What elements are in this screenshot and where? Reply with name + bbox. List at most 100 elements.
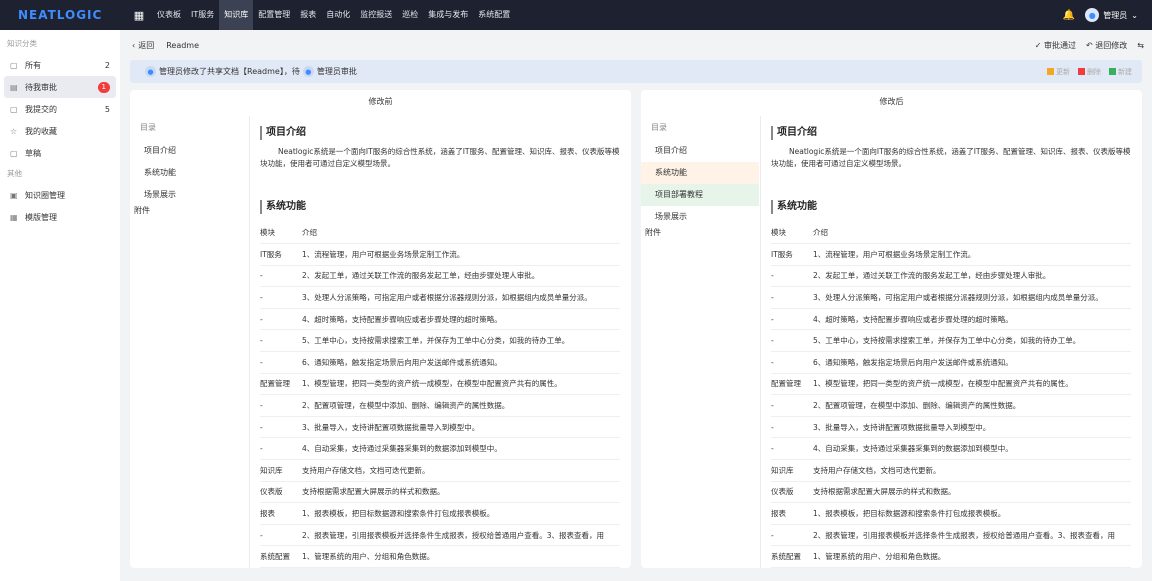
table-row: IT服务 1、流程管理，用户可根据业务场景定制工作流。 xyxy=(771,243,1131,266)
description-cell: 3、批量导入，支持讲配置项数据批量导入到模型中。 xyxy=(302,416,620,439)
sidebar-item-submitted[interactable]: ▢ 我提交的 5 xyxy=(4,98,116,120)
table-row: -4、超时策略，支持配置步骤响应或者步骤处理的超时策略。 xyxy=(260,308,620,331)
table-row: -2、发起工单，通过关联工作流的服务发起工单，经由步骤处理人审批。 xyxy=(260,265,620,288)
nav-itservice[interactable]: IT服务 xyxy=(186,0,219,30)
table-row: 报表 1、报表模板，把目标数据源和搜索条件打包成报表模板。 xyxy=(771,502,1131,525)
approve-button[interactable]: ✓ 审批通过 xyxy=(1035,40,1076,51)
approval-notice: ● 管理员修改了共享文档【Readme】，待 ● 管理员审批 更新 删除 新建 xyxy=(130,60,1142,83)
page-title: Readme xyxy=(166,40,200,50)
notice-text-2: 管理员审批 xyxy=(316,67,357,76)
circle-manage-icon: ▣ xyxy=(10,190,18,200)
toc-attachment[interactable]: 附件 xyxy=(130,206,248,216)
nav-automation[interactable]: 自动化 xyxy=(321,0,355,30)
app-logo[interactable]: NEATLOGIC xyxy=(0,8,130,22)
description-cell: 1、模型管理，把同一类型的资产统一成模型，在模型中配置资产共有的属性。 xyxy=(813,373,1131,396)
sidebar-item-count: 2 xyxy=(104,60,110,70)
toc-item-updated[interactable]: 系统功能 xyxy=(641,162,759,184)
nav-cmdb[interactable]: 配置管理 xyxy=(253,0,295,30)
back-button[interactable]: ‹ 返回 xyxy=(120,40,154,51)
sidebar-item-label: 所有 xyxy=(25,60,41,70)
sidebar-item-label: 待我审批 xyxy=(25,82,57,92)
reject-button[interactable]: ↶ 退回修改 xyxy=(1086,40,1127,51)
main-nav: 仪表板 IT服务 知识库 配置管理 报表 自动化 监控报送 巡检 集成与发布 系… xyxy=(152,0,515,30)
layout-toggle-icon[interactable]: ⇆ xyxy=(1137,41,1144,50)
nav-report[interactable]: 报表 xyxy=(295,0,321,30)
intro-paragraph: Neatlogic系统是一个面向IT服务的综合性系统，涵盖了IT服务、配置管理、… xyxy=(260,147,620,168)
sidebar-item-label: 知识圈管理 xyxy=(25,190,65,200)
template-icon: ▦ xyxy=(10,212,18,222)
topbar-right: 🔔 ● 管理员 ⌄ xyxy=(1063,0,1138,30)
toc-item-added[interactable]: 项目部署教程 xyxy=(641,184,759,206)
legend-delete: 删除 xyxy=(1078,67,1101,77)
toc-item[interactable]: 系统功能 xyxy=(130,162,248,184)
sidebar-item-label: 草稿 xyxy=(25,148,41,158)
table-row: -4、超时策略，支持配置步骤响应或者步骤处理的超时策略。 xyxy=(771,308,1131,331)
description-cell: 1、流程管理，用户可根据业务场景定制工作流。 xyxy=(813,243,1131,266)
update-swatch xyxy=(1047,67,1054,75)
sidebar-item-favorites[interactable]: ☆ 我的收藏 xyxy=(4,120,116,142)
table-row: 配置管理 1、模型管理，把同一类型的资产统一成模型，在模型中配置资产共有的属性。 xyxy=(260,373,620,396)
description-cell: 4、自动采集，支持通过采集器采集到的数据添加到模型中。 xyxy=(302,437,620,461)
undo-icon: ↶ xyxy=(1086,40,1096,50)
description-cell: 1、管理系统的用户、分组和角色数据。 xyxy=(302,545,620,568)
main-area: ‹ 返回 Readme ✓ 审批通过 ↶ 退回修改 ⇆ ● 管理员修改了共享文档… xyxy=(120,30,1152,581)
nav-sysconfig[interactable]: 系统配置 xyxy=(473,0,515,30)
table-row: 模块 介绍 xyxy=(260,222,620,245)
module-cell: - xyxy=(771,394,813,417)
table-row: IT服务 1、流程管理，用户可根据业务场景定制工作流。 xyxy=(260,243,620,266)
table-row: -5、工单中心，支持按需求搜索工单，并保存为工单中心分类，如我的待办工单。 xyxy=(260,329,620,353)
table-row: 配置管理 1、模型管理，把同一类型的资产统一成模型，在模型中配置资产共有的属性。 xyxy=(771,373,1131,396)
nav-knowledge[interactable]: 知识库 xyxy=(219,0,254,30)
description-cell: 2、配置项管理，在模型中添加、删除、编辑资产的属性数据。 xyxy=(813,394,1131,417)
sidebar-item-all[interactable]: ▢ 所有 2 xyxy=(4,54,116,76)
module-cell: 报表 xyxy=(260,502,302,525)
toc-title: 目录 xyxy=(651,123,667,132)
description-cell: 6、通知策略，触发指定场景后向用户发送邮件或系统通知。 xyxy=(813,351,1131,374)
nav-inspection[interactable]: 巡检 xyxy=(397,0,423,30)
nav-deploy[interactable]: 集成与发布 xyxy=(423,0,473,30)
doc-content: 项目介绍 Neatlogic系统是一个面向IT服务的综合性系统，涵盖了IT服务、… xyxy=(249,116,623,568)
module-cell: 配置管理 xyxy=(260,373,302,396)
nav-dashboard[interactable]: 仪表板 xyxy=(152,0,186,30)
description-cell: 支持根据需求配置大屏展示的样式和数据。 xyxy=(302,481,620,504)
table-row: -3、处理人分派策略，可指定用户或者根据分派器规则分派，如根据组内成员单量分派。 xyxy=(260,286,620,309)
table-row: -3、批量导入，支持讲配置项数据批量导入到模型中。 xyxy=(771,416,1131,439)
module-cell: - xyxy=(771,286,813,309)
nav-monitor[interactable]: 监控报送 xyxy=(355,0,397,30)
top-navbar: NEATLOGIC ▦ 仪表板 IT服务 知识库 配置管理 报表 自动化 监控报… xyxy=(0,0,1152,30)
inbox-icon: ▤ xyxy=(10,82,18,92)
description-cell: 支持用户存储文档，文档可迭代更新。 xyxy=(302,459,620,482)
description-cell: 4、自动采集，支持通过采集器采集到的数据添加到模型中。 xyxy=(813,437,1131,461)
sidebar-item-label: 我的收藏 xyxy=(25,126,57,136)
toc-item[interactable]: 项目介绍 xyxy=(641,140,759,162)
legend-delete-label: 删除 xyxy=(1087,67,1101,76)
section-heading: 项目介绍 xyxy=(260,126,623,140)
toc-attachment[interactable]: 附件 xyxy=(641,228,759,238)
sidebar-item-template-manage[interactable]: ▦ 模版管理 xyxy=(4,206,116,228)
diff-legend: 更新 删除 新建 xyxy=(1047,60,1132,83)
sidebar-item-drafts[interactable]: ▢ 草稿 xyxy=(4,142,116,164)
module-cell: - xyxy=(260,437,302,461)
toc-item[interactable]: 场景展示 xyxy=(130,184,248,206)
legend-add-label: 新建 xyxy=(1118,67,1132,76)
toc-item[interactable]: 场景展示 xyxy=(641,206,759,228)
sidebar: 知识分类 ▢ 所有 2 ▤ 待我审批 1 ▢ 我提交的 5 ☆ 我的收藏 ▢ 草… xyxy=(0,30,120,581)
description-cell: 1、管理系统的用户、分组和角色数据。 xyxy=(813,545,1131,568)
chevron-left-icon: ‹ xyxy=(132,40,136,50)
apps-grid-icon[interactable]: ▦ xyxy=(130,0,148,30)
sidebar-section-category: 知识分类 xyxy=(7,39,37,48)
table-row: -2、发起工单，通过关联工作流的服务发起工单，经由步骤处理人审批。 xyxy=(771,265,1131,288)
description-cell: 介绍 xyxy=(302,222,620,245)
toc-item[interactable]: 项目介绍 xyxy=(130,140,248,162)
table-row: 知识库 支持用户存储文档，文档可迭代更新。 xyxy=(260,459,620,482)
description-cell: 6、通知策略，触发指定场景后向用户发送邮件或系统通知。 xyxy=(302,351,620,374)
module-cell: - xyxy=(771,437,813,461)
user-avatar-icon: ● xyxy=(302,66,314,77)
user-menu[interactable]: ● 管理员 ⌄ xyxy=(1085,8,1138,22)
sidebar-item-circle-manage[interactable]: ▣ 知识圈管理 xyxy=(4,184,116,206)
bell-icon[interactable]: 🔔 xyxy=(1063,10,1075,21)
table-row: -2、配置项管理，在模型中添加、删除、编辑资产的属性数据。 xyxy=(260,394,620,417)
legend-update: 更新 xyxy=(1047,67,1070,77)
module-cell: 系统配置 xyxy=(260,545,302,568)
sidebar-item-pending[interactable]: ▤ 待我审批 1 xyxy=(4,76,116,98)
